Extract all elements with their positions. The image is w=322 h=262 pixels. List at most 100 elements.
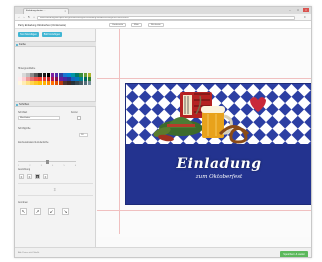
color-swatch[interactable] [22,81,26,85]
color-swatch[interactable] [79,81,83,85]
slider-handle[interactable] [46,159,49,164]
color-swatch[interactable] [18,77,22,81]
color-swatch[interactable] [79,77,83,81]
segment-back[interactable]: Rückseite [148,23,164,27]
section-text-header[interactable]: Schriften [15,101,96,107]
color-swatch[interactable] [58,77,63,81]
color-swatch[interactable] [87,73,92,77]
align-left-icon[interactable]: ≡ [19,174,24,179]
resize-icon[interactable]: ⇳ [53,187,56,192]
color-swatch[interactable] [42,77,47,81]
color-swatch[interactable] [38,81,43,85]
color-swatch[interactable] [46,77,51,81]
arrow-down-left-icon[interactable]: ↙ [48,208,55,215]
home-icon[interactable]: ⌂ [32,16,36,19]
color-swatch[interactable] [38,73,43,77]
color-swatch[interactable] [26,81,30,85]
color-swatch[interactable] [26,77,30,81]
tab-title: Einladungskarten ... [26,10,46,12]
card-title[interactable]: Einladung [126,156,311,172]
color-swatch[interactable] [58,81,63,85]
segment-middle[interactable]: Mitte [131,23,142,27]
color-swatch[interactable] [22,73,26,77]
color-swatch[interactable] [34,77,38,81]
maximize-icon[interactable]: □ [295,8,301,12]
color-swatch[interactable] [87,77,92,81]
save-continue-button[interactable]: Speichern & weiter [280,250,308,257]
invitation-card[interactable]: Einladung zum Oktoberfest [125,83,311,205]
color-swatch[interactable] [87,81,92,85]
text-align-group: ≡ ≡ ≡ ≡ [19,174,48,179]
font-label: Schriftart [18,112,28,114]
color-swatch[interactable] [83,73,88,77]
menu-icon[interactable]: ≡ [304,16,308,19]
color-swatch[interactable] [30,73,34,77]
color-swatch[interactable] [58,73,63,77]
spacing-label: Zeichenabstand & Zeilenhöhe [18,142,49,144]
color-swatch[interactable] [63,77,67,81]
color-swatch[interactable] [42,81,47,85]
color-swatch[interactable] [18,81,22,85]
page-title: Party Einladung Oktoberfest (Vorderseite… [18,23,67,27]
color-swatch[interactable] [54,73,59,77]
arrow-up-right-icon[interactable]: ↗ [34,208,41,215]
color-swatch[interactable] [75,77,79,81]
arrow-up-left-icon[interactable]: ↖ [20,208,27,215]
forward-icon[interactable]: › [22,16,26,19]
size-slider[interactable] [18,159,76,164]
window-controls: – □ × [287,7,309,13]
color-swatch[interactable] [46,81,51,85]
tick-label: 5 [63,165,65,167]
color-swatch[interactable] [38,77,43,81]
color-swatch[interactable] [18,73,22,77]
card-subtitle[interactable]: zum Oktoberfest [126,174,311,180]
color-swatch[interactable] [79,73,83,77]
color-swatch[interactable] [50,81,55,85]
add-buttons: Text hinzufügen Bild hinzufügen [18,32,63,37]
color-swatch[interactable] [54,77,59,81]
close-tab-icon[interactable]: × [65,10,66,13]
align-center-icon[interactable]: ≡ [27,174,32,179]
add-text-button[interactable]: Text hinzufügen [18,32,39,37]
arrow-down-right-icon[interactable]: ↘ [62,208,69,215]
color-swatch[interactable] [22,77,26,81]
align-right-icon[interactable]: ≡ [35,174,40,179]
color-swatch[interactable] [30,81,34,85]
reload-icon[interactable]: ↻ [27,16,31,19]
add-image-button[interactable]: Bild hinzufügen [41,32,63,37]
guide-line [97,78,311,79]
color-swatch[interactable] [75,81,79,85]
outline-checkbox[interactable] [77,116,81,120]
color-swatch[interactable] [30,77,34,81]
color-swatch[interactable] [75,73,79,77]
section-colors-header[interactable]: Farbe [15,41,96,47]
color-swatch[interactable] [34,73,38,77]
font-select[interactable]: Blackletter [18,116,60,120]
color-swatch[interactable] [63,81,67,85]
color-swatch[interactable] [83,81,88,85]
address-bar[interactable]: www.einladungsbeispiele.de/gestalten/des… [37,15,295,20]
color-swatch[interactable] [83,77,88,81]
color-swatch[interactable] [67,73,71,77]
close-window-icon[interactable]: × [303,8,309,12]
color-swatch[interactable] [67,81,71,85]
color-swatch[interactable] [26,73,30,77]
minimize-icon[interactable]: – [287,8,293,12]
color-swatch[interactable] [71,73,75,77]
design-canvas[interactable]: Einladung zum Oktoberfest [97,29,311,237]
color-swatch[interactable] [71,77,75,81]
color-swatch[interactable] [63,73,67,77]
color-swatch[interactable] [50,73,55,77]
tick-label: 4 [52,165,54,167]
color-swatch[interactable] [46,73,51,77]
color-swatch[interactable] [71,81,75,85]
color-swatch[interactable] [54,81,59,85]
color-swatch[interactable] [50,77,55,81]
back-icon[interactable]: ‹ [17,16,21,19]
size-input[interactable]: 18 [79,133,88,137]
segment-front[interactable]: Vorderseite [109,23,127,27]
color-swatch[interactable] [67,77,71,81]
color-swatch[interactable] [42,73,47,77]
color-swatch[interactable] [34,81,38,85]
align-justify-icon[interactable]: ≡ [43,174,48,179]
